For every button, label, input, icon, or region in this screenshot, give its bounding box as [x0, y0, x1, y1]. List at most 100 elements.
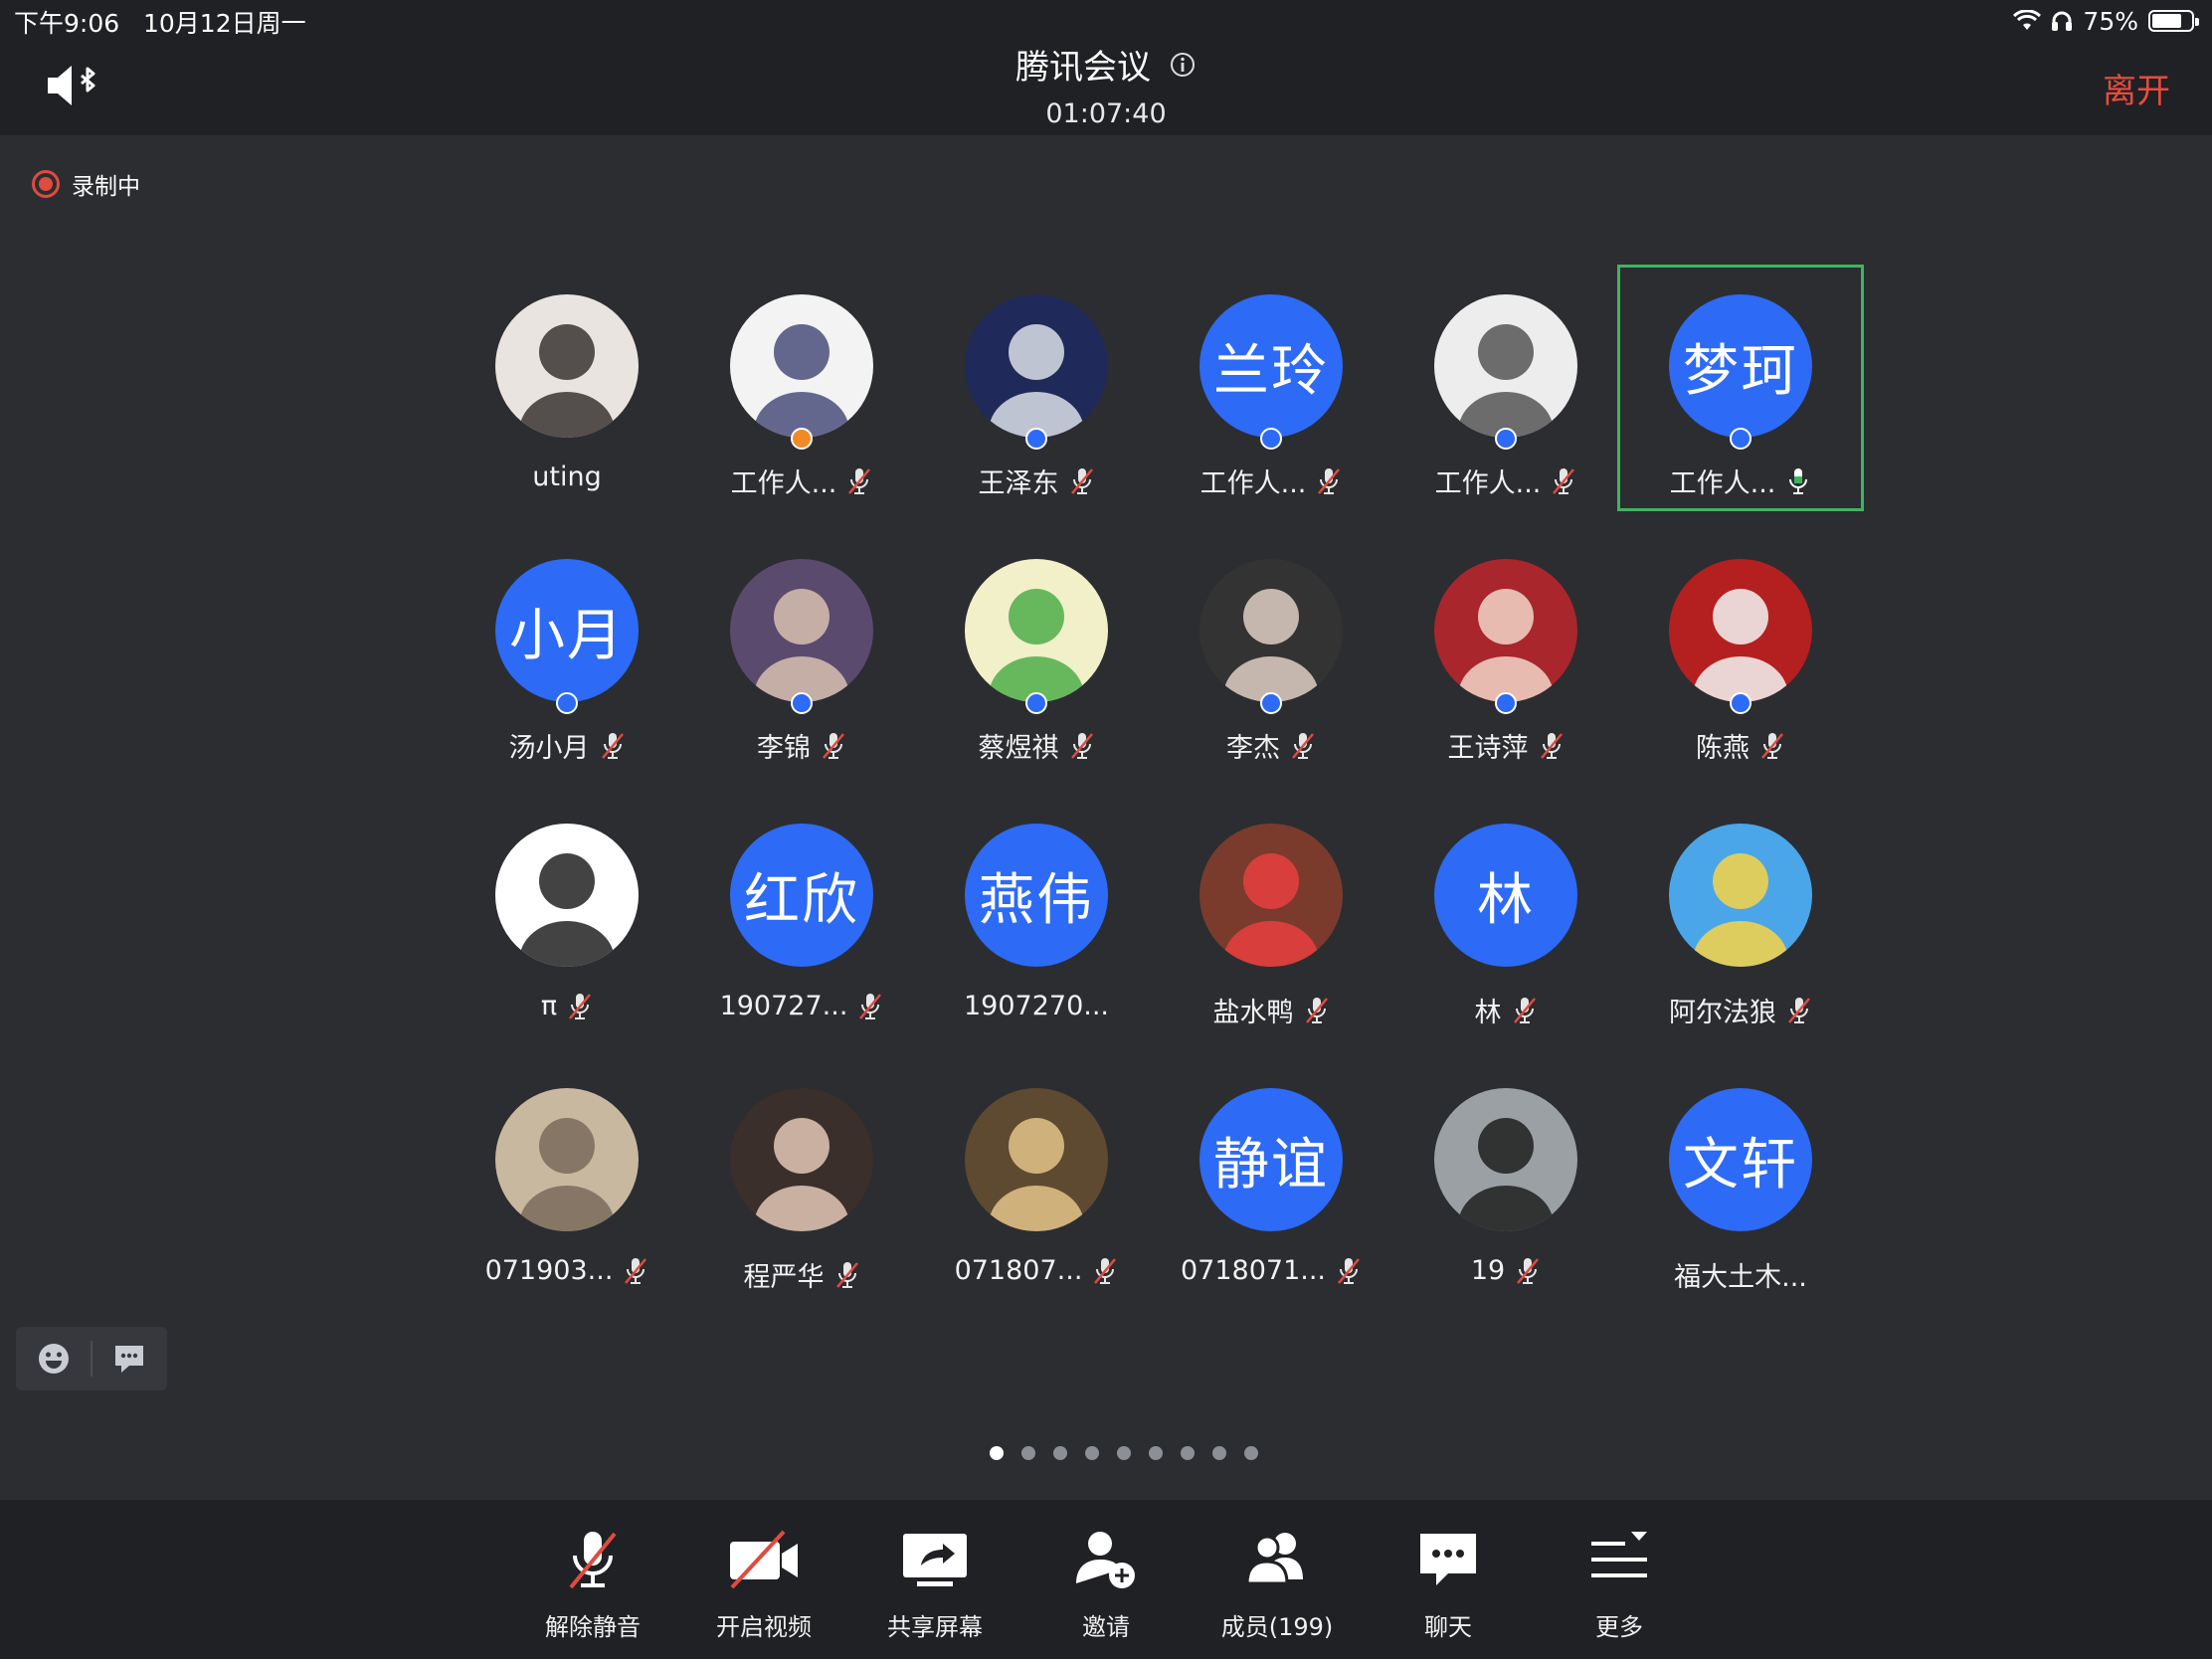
participant-tile[interactable]: 李杰 — [1154, 535, 1388, 770]
avatar-photo — [965, 294, 1108, 438]
page-dot[interactable] — [1244, 1446, 1258, 1460]
avatar-image — [730, 559, 873, 702]
members-icon — [1245, 1533, 1303, 1585]
participant-tile[interactable]: 兰玲工作人... — [1154, 271, 1388, 505]
meeting-screen: 下午9:06 10月12日周一 75% 腾讯会议 01:07:40 离开 录制中… — [0, 0, 2212, 1659]
share-screen-button[interactable]: 共享屏幕 — [865, 1528, 1005, 1647]
avatar-photo — [495, 1088, 639, 1231]
mic-muted-icon — [1069, 466, 1095, 496]
page-dot[interactable] — [1212, 1446, 1226, 1460]
avatar-initials: 兰玲 — [1199, 294, 1343, 438]
participant-tile[interactable]: 阿尔法狼 — [1623, 800, 1858, 1034]
participant-tile[interactable]: 蔡煜祺 — [919, 535, 1154, 770]
page-dot[interactable] — [1053, 1446, 1067, 1460]
participant-tile[interactable]: 19 — [1388, 1064, 1623, 1299]
participant-name: 071807... — [954, 1255, 1083, 1286]
participant-tile[interactable]: π — [450, 800, 684, 1034]
add-user-icon — [1076, 1532, 1135, 1588]
danmaku-button[interactable] — [92, 1327, 167, 1390]
participant-name: 0718071... — [1181, 1255, 1326, 1286]
host-badge-icon — [1025, 692, 1047, 714]
chat-bubble-icon — [115, 1346, 144, 1373]
host-badge-icon — [1495, 692, 1517, 714]
participant-name: 李杰 — [1226, 733, 1280, 764]
participant-name: 盐水鸭 — [1212, 998, 1294, 1028]
mic-muted-icon — [1304, 996, 1330, 1025]
participant-tile[interactable]: 工作人... — [684, 271, 919, 505]
members-button[interactable]: 成员(199) — [1207, 1528, 1347, 1647]
participant-name: 李锦 — [757, 733, 811, 764]
participant-tile[interactable]: 林林 — [1388, 800, 1623, 1034]
host-badge-icon — [1260, 428, 1282, 450]
participant-tile[interactable]: 王泽东 — [919, 271, 1154, 505]
participant-tile[interactable]: 小月 汤小月 — [450, 535, 684, 770]
participant-name-row: 工作人... — [684, 461, 919, 500]
participant-name-row: 王泽东 — [919, 461, 1154, 500]
chat-button[interactable]: 聊天 — [1379, 1528, 1518, 1647]
participant-tile[interactable]: 梦珂工作人... — [1617, 265, 1864, 511]
unmute-button[interactable]: 解除静音 — [523, 1528, 662, 1647]
avatar-photo — [1199, 824, 1343, 967]
avatar-text: 红欣 — [744, 867, 859, 933]
participant-name: 工作人... — [1199, 468, 1307, 499]
avatar-initials: 小月 — [495, 559, 639, 702]
participant-tile[interactable]: uting — [450, 271, 684, 505]
emoji-button[interactable] — [16, 1327, 91, 1390]
avatar-text: 林 — [1477, 867, 1535, 933]
mic-muted-icon — [1512, 996, 1538, 1025]
participant-name: 19 — [1470, 1255, 1506, 1286]
invite-button[interactable]: 邀请 — [1036, 1528, 1176, 1647]
unmute-label: 解除静音 — [545, 1613, 641, 1641]
participant-name: 陈燕 — [1696, 733, 1750, 764]
avatar-photo — [495, 294, 639, 438]
more-button[interactable]: 更多 — [1550, 1528, 1689, 1647]
video-label: 开启视频 — [716, 1613, 812, 1641]
participant-tile[interactable]: 红欣 190727... — [684, 800, 919, 1034]
avatar-text: 文轩 — [1683, 1132, 1798, 1198]
page-dot[interactable] — [1085, 1446, 1099, 1460]
avatar-photo — [1669, 824, 1812, 967]
participant-tile[interactable]: 陈燕 — [1623, 535, 1858, 770]
participant-name-row: 1907270... — [919, 991, 1154, 1021]
mic-muted-icon — [1336, 1256, 1362, 1286]
participant-name: uting — [532, 461, 602, 492]
participant-tile[interactable]: 071807... — [919, 1064, 1154, 1299]
participant-name-row: 071807... — [919, 1255, 1154, 1286]
participant-tile[interactable]: 文轩福大土木... — [1623, 1064, 1858, 1299]
side-tools — [16, 1327, 167, 1390]
participant-tile[interactable]: 工作人... — [1388, 271, 1623, 505]
participant-tile[interactable]: 李锦 — [684, 535, 919, 770]
participant-tile[interactable]: 王诗萍 — [1388, 535, 1623, 770]
page-dot[interactable] — [1021, 1446, 1035, 1460]
page-dot[interactable] — [1117, 1446, 1131, 1460]
participant-tile[interactable]: 盐水鸭 — [1154, 800, 1388, 1034]
avatar-photo — [1434, 294, 1577, 438]
avatar-image — [965, 559, 1108, 702]
participant-tile[interactable]: 燕伟 1907270... — [919, 800, 1154, 1034]
page-dot[interactable] — [1181, 1446, 1195, 1460]
participant-name: 福大土木... — [1674, 1262, 1807, 1293]
participant-tile[interactable]: 071903... — [450, 1064, 684, 1299]
avatar-initials: 梦珂 — [1669, 294, 1812, 438]
avatar-image — [495, 294, 639, 438]
mic-muted-icon — [1092, 1256, 1118, 1286]
participant-name-row: 工作人... — [1623, 461, 1858, 500]
mic-muted-icon — [600, 731, 626, 761]
participant-name-row: 19 — [1388, 1255, 1623, 1286]
chat-label: 聊天 — [1424, 1613, 1472, 1641]
avatar-image — [1434, 559, 1577, 702]
participant-name-row: 王诗萍 — [1388, 726, 1623, 765]
mic-muted-icon — [569, 1532, 617, 1589]
participant-tile[interactable]: 静谊 0718071... — [1154, 1064, 1388, 1299]
participant-name-row: 福大土木... — [1623, 1255, 1858, 1294]
page-dot[interactable] — [1149, 1446, 1163, 1460]
participant-name-row: 071903... — [450, 1255, 684, 1286]
video-button[interactable]: 开启视频 — [694, 1528, 833, 1647]
participant-grid: uting 工作人... 王泽东 兰玲 工作人... 工作人... 梦珂 工作人... 小月 汤小… — [0, 0, 2212, 1293]
bottom-toolbar: 解除静音 开启视频 共享屏幕 邀请 成员(199) 聊天 更多 — [0, 1500, 2212, 1659]
share-screen-icon — [903, 1534, 967, 1586]
share-screen-label: 共享屏幕 — [887, 1613, 983, 1641]
mic-muted-icon — [1759, 731, 1785, 761]
participant-tile[interactable]: 程严华 — [684, 1064, 919, 1299]
page-dot[interactable] — [990, 1446, 1004, 1460]
